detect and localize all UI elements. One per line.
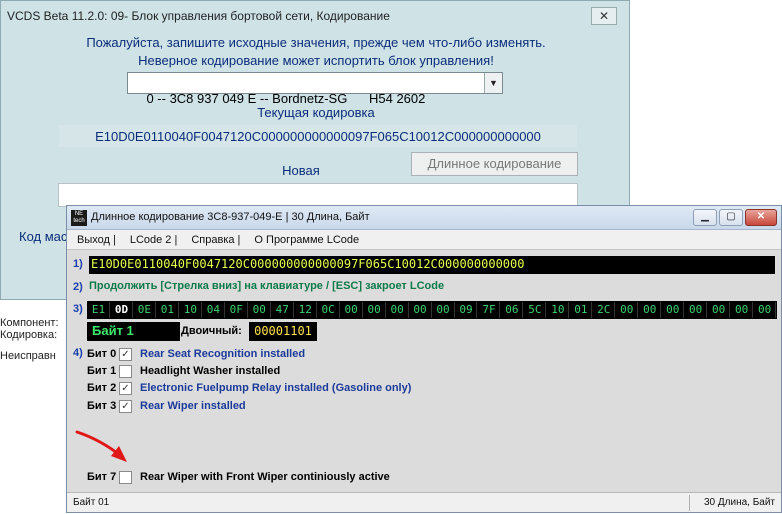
binary-label: Двоичный:	[181, 325, 242, 337]
byte-cell[interactable]: 00	[685, 302, 708, 318]
bit-checkbox[interactable]	[119, 470, 132, 484]
warning-line-2: Неверное кодирование может испортить бло…	[138, 53, 494, 68]
section-number-4: 4)	[73, 347, 83, 359]
bit-label: Бит 2	[87, 382, 117, 394]
byte-cell[interactable]: 00	[708, 302, 731, 318]
byte-cell[interactable]: 00	[662, 302, 685, 318]
bit-row-0: Бит 0 ✓ Rear Seat Recognition installed	[87, 346, 305, 362]
bit-row-2: Бит 2 ✓ Electronic Fuelpump Relay instal…	[87, 380, 411, 396]
full-coding-field[interactable]: E10D0E0110040F0047120C000000000000097F06…	[89, 256, 775, 274]
menu-bar: Выход | LCode 2 | Справка | О Программе …	[67, 230, 781, 250]
bit-description: Electronic Fuelpump Relay installed (Gas…	[140, 382, 412, 394]
lcode-window: NE tech Длинное кодирование 3C8-937-049-…	[66, 205, 782, 513]
bit-label: Бит 0	[87, 348, 117, 360]
warning-line-1: Пожалуйста, запишите исходные значения, …	[86, 35, 546, 50]
section-number-3: 3)	[73, 303, 83, 315]
bit-row-1: Бит 1 Headlight Washer installed	[87, 363, 280, 379]
current-coding-value: E10D0E0110040F0047120C000000000000097F06…	[59, 125, 577, 147]
byte-cell[interactable]: 0F	[226, 302, 248, 318]
chevron-down-icon[interactable]: ▼	[484, 73, 502, 93]
minimize-button[interactable]: ▁	[693, 209, 717, 226]
bit-description: Headlight Washer installed	[140, 365, 281, 377]
new-coding-input[interactable]	[58, 183, 578, 207]
kod-label: Код мас	[19, 229, 68, 244]
bit-checkbox[interactable]: ✓	[119, 399, 132, 413]
red-arrow-annotation-icon	[75, 430, 127, 462]
lcode-title: Длинное кодирование 3C8-937-049-E | 30 Д…	[91, 211, 370, 223]
status-length: 30 Длина, Байт	[703, 497, 775, 508]
byte-cell[interactable]: 00	[754, 302, 777, 318]
byte-cell[interactable]: 06	[501, 302, 524, 318]
status-divider	[689, 495, 690, 511]
maximize-button[interactable]: ▢	[719, 209, 743, 226]
byte-cell[interactable]: 00	[341, 302, 363, 318]
side-text-faults: Неисправн	[0, 350, 56, 362]
menu-exit[interactable]: Выход |	[77, 234, 116, 246]
bit-checkbox[interactable]: ✓	[119, 347, 132, 361]
bit-description: Rear Wiper installed	[140, 400, 246, 412]
byte-cell[interactable]: 00	[387, 302, 409, 318]
bit-description: Rear Wiper with Front Wiper continiously…	[140, 471, 390, 483]
menu-about[interactable]: О Программе LCode	[254, 234, 359, 246]
menu-lcode2[interactable]: LCode 2 |	[130, 234, 178, 246]
byte-cell[interactable]: 0C	[318, 302, 340, 318]
lcode-titlebar: NE tech Длинное кодирование 3C8-937-049-…	[67, 206, 781, 230]
close-button[interactable]: ✕	[745, 209, 777, 226]
bit-row-7: Бит 7 Rear Wiper with Front Wiper contin…	[87, 469, 390, 485]
byte-cell[interactable]: 5C	[524, 302, 547, 318]
byte-cell[interactable]: 2C	[593, 302, 616, 318]
selected-byte-label: Байт 1	[87, 322, 180, 341]
bit-description: Rear Seat Recognition installed	[140, 348, 306, 360]
module-select[interactable]: 0 -- 3C8 937 049 E -- Bordnetz-SG H54 26…	[127, 72, 503, 106]
byte-cell[interactable]: 12	[295, 302, 317, 318]
vcds-close-button[interactable]: ✕	[591, 7, 617, 25]
byte-cell[interactable]: 7F	[478, 302, 501, 318]
byte-cell[interactable]: 10	[547, 302, 570, 318]
bit-label: Бит 3	[87, 400, 117, 412]
bit-checkbox[interactable]: ✓	[119, 381, 132, 395]
byte-cell[interactable]: 00	[639, 302, 662, 318]
section-number-2: 2)	[73, 281, 83, 293]
byte-cell[interactable]: 0E	[134, 302, 156, 318]
byte-grid: E1 0D 0E 01 10 04 0F 00 47 12 0C 00 00 00 00 00 09 7F 06 5C…	[87, 301, 777, 319]
byte-cell[interactable]: 00	[616, 302, 639, 318]
byte-cell[interactable]: E1	[88, 302, 110, 318]
byte-cell[interactable]: 47	[272, 302, 294, 318]
side-text-coding: Кодировка:	[0, 329, 58, 341]
byte-cell[interactable]: 01	[570, 302, 593, 318]
byte-cell[interactable]: 01	[157, 302, 179, 318]
instruction-text: Продолжить [Стрелка вниз] на клавиатуре …	[89, 280, 445, 292]
current-coding-label: Текущая кодировка	[257, 105, 375, 120]
byte-cell[interactable]: 00	[731, 302, 754, 318]
bit-checkbox[interactable]	[119, 364, 132, 378]
bit-label: Бит 1	[87, 365, 117, 377]
vcds-title: VCDS Beta 11.2.0: 09- Блок управления бо…	[7, 9, 390, 23]
byte-cell[interactable]: 04	[203, 302, 225, 318]
status-current-byte: Байт 01	[73, 497, 110, 508]
netech-logo-icon: NE tech	[71, 210, 87, 226]
long-coding-button[interactable]: Длинное кодирование	[411, 152, 578, 176]
byte-cell[interactable]: 10	[180, 302, 202, 318]
byte-cell[interactable]: 09	[456, 302, 478, 318]
byte-cell[interactable]: 0D	[111, 302, 133, 318]
binary-value: 00001101	[249, 322, 317, 341]
menu-help[interactable]: Справка |	[191, 234, 240, 246]
byte-cell[interactable]: 00	[249, 302, 271, 318]
module-select-value: 0 -- 3C8 937 049 E -- Bordnetz-SG H54 26…	[146, 91, 426, 106]
bit-label: Бит 7	[87, 471, 117, 483]
byte-cell[interactable]: 00	[433, 302, 455, 318]
byte-cell[interactable]: 00	[410, 302, 432, 318]
status-bar: Байт 01 30 Длина, Байт	[67, 492, 781, 512]
side-text-component: Компонент:	[0, 317, 59, 329]
byte-cell[interactable]: 00	[364, 302, 386, 318]
section-number-1: 1)	[73, 258, 83, 270]
bit-row-3: Бит 3 ✓ Rear Wiper installed	[87, 398, 246, 414]
